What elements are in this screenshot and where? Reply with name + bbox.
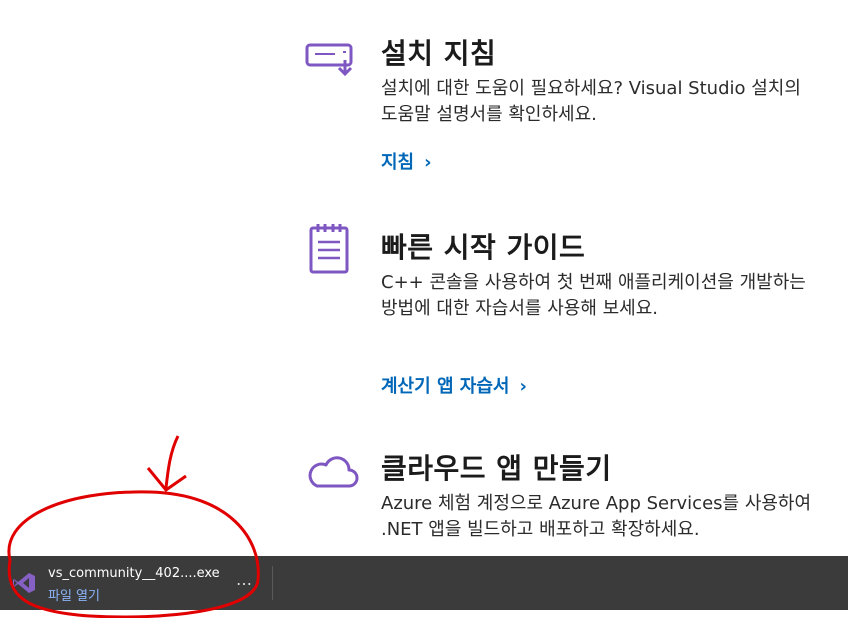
- download-filename: vs_community__402....exe: [48, 566, 220, 581]
- annotation-arrowhead: [146, 467, 187, 493]
- divider: [272, 566, 273, 600]
- download-bar: vs_community__402....exe 파일 열기 …: [0, 556, 848, 610]
- cloud-icon: [305, 452, 359, 496]
- calculator-tutorial-link[interactable]: 계산기 앱 자습서 ›: [381, 372, 527, 398]
- link-label: 지침: [381, 152, 415, 173]
- card-title: 빠른 시작 가이드: [381, 231, 586, 264]
- visual-studio-icon: [12, 572, 36, 598]
- link-label: 계산기 앱 자습서: [381, 376, 510, 397]
- chevron-right-icon: ›: [424, 152, 432, 173]
- annotation-arrow: [164, 435, 180, 489]
- card-title: 설치 지침: [381, 37, 497, 70]
- open-file-link[interactable]: 파일 열기: [48, 585, 100, 604]
- chevron-right-icon: ›: [519, 376, 527, 397]
- bottom-strip: [0, 610, 848, 618]
- guide-link[interactable]: 지침 ›: [381, 148, 432, 174]
- notepad-icon: [305, 222, 353, 278]
- monitor-download-icon: [305, 40, 357, 84]
- card-description: Azure 체험 계정으로 Azure App Services를 사용하여 .…: [381, 493, 812, 540]
- card-description: 설치에 대한 도움이 필요하세요? Visual Studio 설치의 도움말 …: [381, 78, 801, 125]
- download-item[interactable]: vs_community__402....exe 파일 열기 …: [0, 556, 272, 610]
- card-title: 클라우드 앱 만들기: [381, 452, 612, 485]
- more-options-button[interactable]: …: [236, 570, 253, 589]
- card-description: C++ 콘솔을 사용하여 첫 번째 애플리케이션을 개발하는 방법에 대한 자습…: [381, 272, 806, 319]
